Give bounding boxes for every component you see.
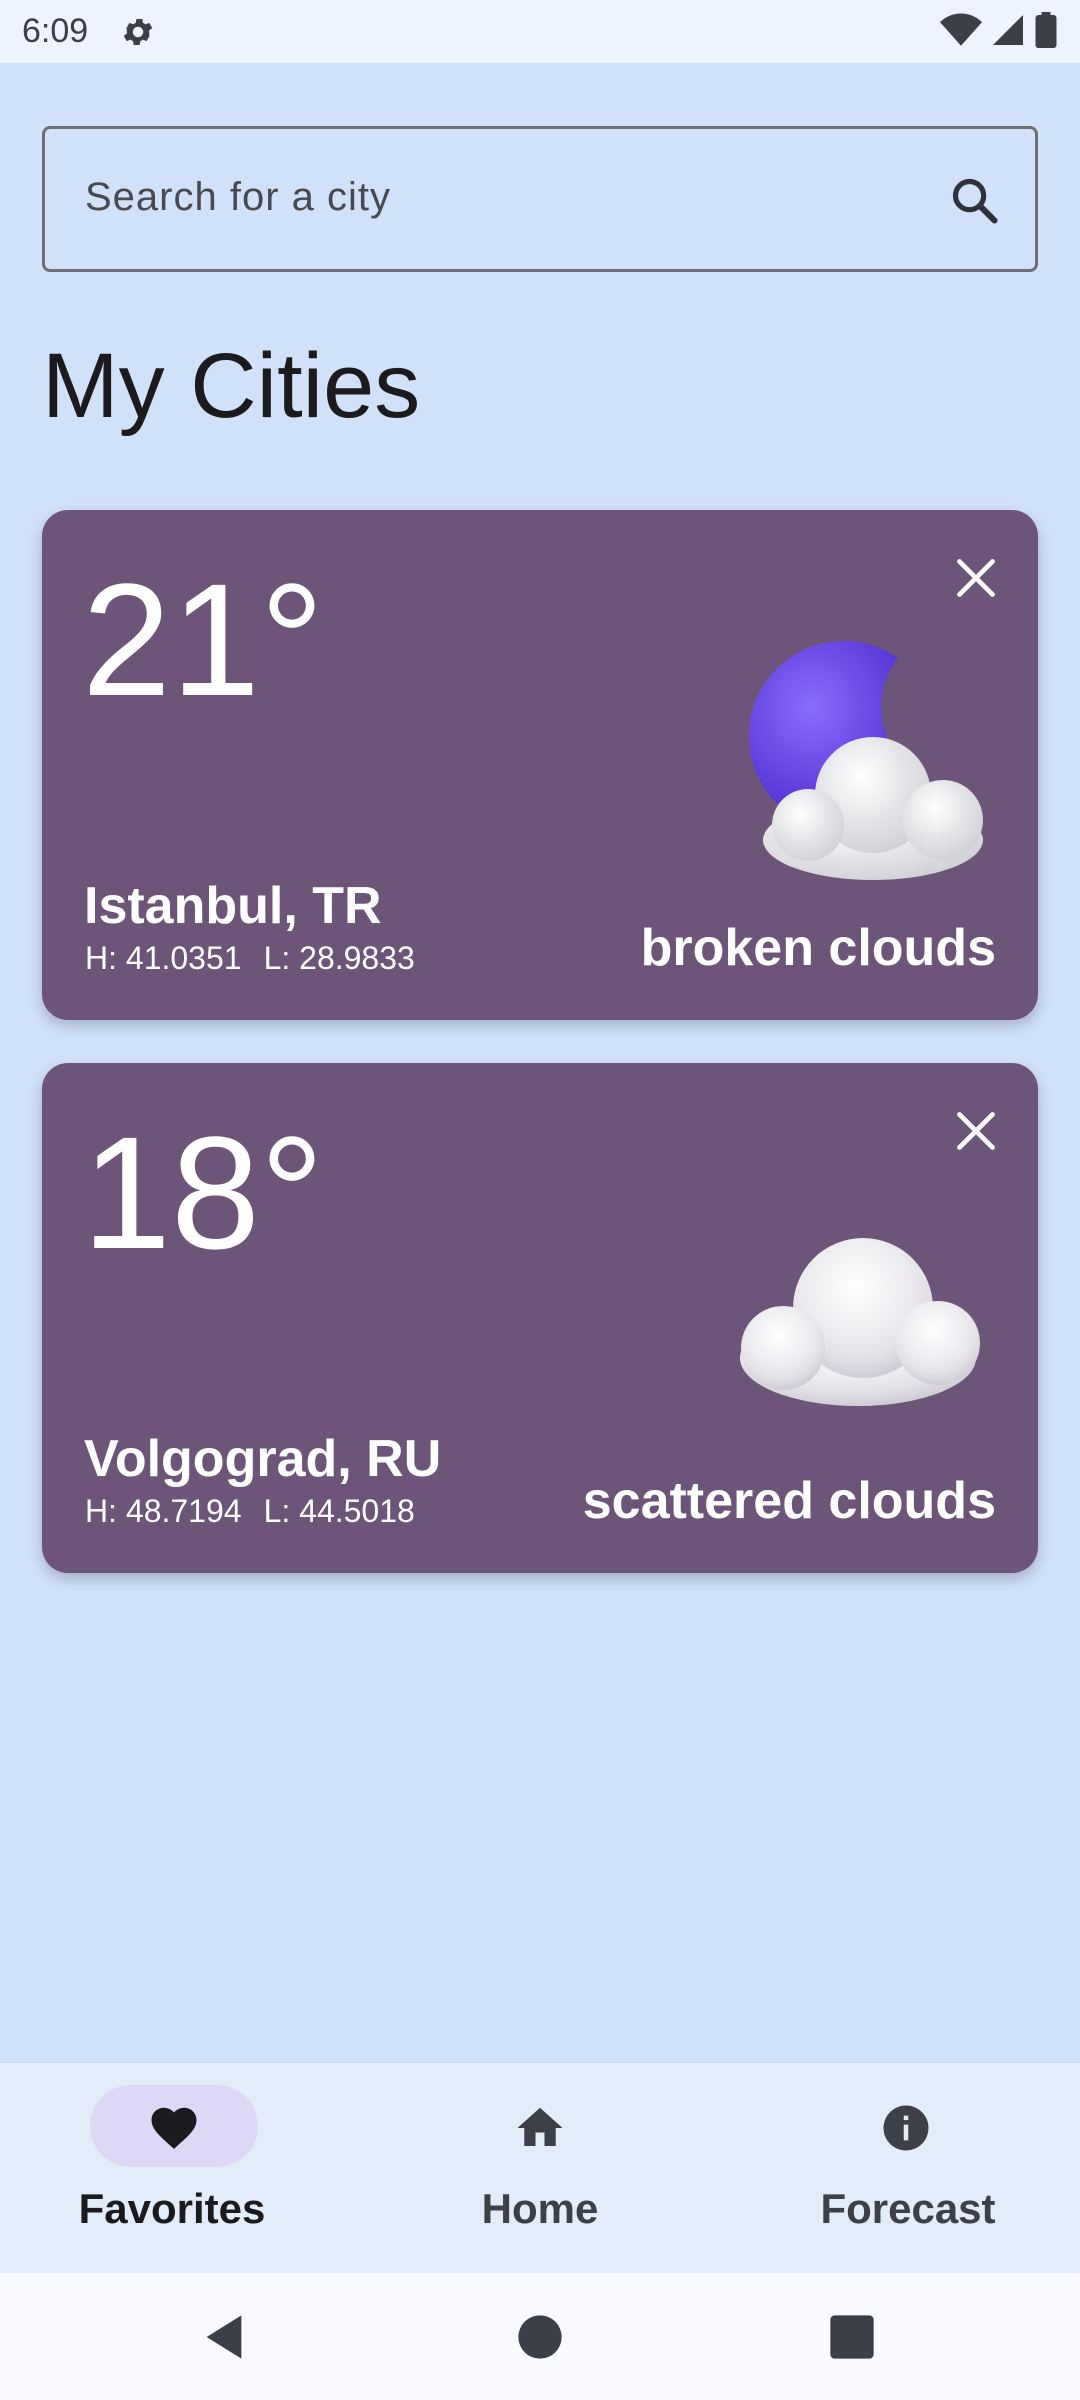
city-temperature: 21° bbox=[82, 550, 324, 729]
city-card[interactable]: 18° Volgograd, RU H: 48.7194 L: 44.5018 … bbox=[42, 1063, 1038, 1573]
status-icons bbox=[940, 12, 1058, 48]
cell-signal-icon bbox=[993, 15, 1023, 45]
page-title: My Cities bbox=[42, 335, 421, 437]
settings-gear-icon bbox=[123, 18, 153, 46]
home-icon bbox=[517, 2107, 563, 2146]
nav-label: Forecast bbox=[820, 2185, 996, 2232]
search-icon[interactable] bbox=[949, 175, 1001, 227]
nav-item-home[interactable]: Home bbox=[360, 2063, 720, 2273]
latitude: H: 41.0351 bbox=[85, 940, 242, 976]
bottom-navigation: Favorites Home Forecast bbox=[0, 2063, 1080, 2273]
city-card[interactable]: 21° Istanbul, TR H: 41.0351 L: 28.9833 b… bbox=[42, 510, 1038, 1020]
city-name: Istanbul, TR bbox=[84, 877, 382, 935]
nav-label: Home bbox=[481, 2185, 599, 2232]
nav-label: Favorites bbox=[78, 2185, 266, 2232]
weather-condition: broken clouds bbox=[640, 919, 996, 977]
status-time: 6:09 bbox=[22, 12, 89, 50]
weather-condition: scattered clouds bbox=[582, 1472, 996, 1530]
city-temperature: 18° bbox=[82, 1103, 324, 1282]
nav-item-favorites[interactable]: Favorites bbox=[0, 2063, 360, 2273]
city-coordinates: H: 41.0351 L: 28.9833 bbox=[85, 940, 415, 977]
battery-icon bbox=[1035, 12, 1057, 48]
city-coordinates: H: 48.7194 L: 44.5018 bbox=[85, 1493, 415, 1530]
nav-item-forecast[interactable]: Forecast bbox=[720, 2063, 1080, 2273]
close-icon[interactable] bbox=[954, 556, 998, 600]
longitude: L: 44.5018 bbox=[263, 1493, 415, 1529]
latitude: H: 48.7194 bbox=[85, 1493, 242, 1529]
heart-icon bbox=[151, 2107, 197, 2149]
cloud-icon bbox=[740, 1238, 980, 1406]
close-icon[interactable] bbox=[954, 1109, 998, 1153]
info-icon bbox=[883, 2105, 929, 2151]
home-circle-icon[interactable] bbox=[514, 2311, 566, 2363]
wifi-icon bbox=[940, 13, 982, 46]
longitude: L: 28.9833 bbox=[263, 940, 415, 976]
city-name: Volgograd, RU bbox=[84, 1430, 442, 1488]
search-input[interactable]: Search for a city bbox=[42, 126, 1038, 272]
search-placeholder: Search for a city bbox=[85, 175, 392, 219]
moon-cloud-icon bbox=[748, 641, 983, 880]
status-bar: 6:09 bbox=[0, 0, 1080, 63]
back-icon[interactable] bbox=[198, 2311, 250, 2363]
system-navigation-bar bbox=[0, 2273, 1080, 2400]
recents-icon[interactable] bbox=[826, 2311, 878, 2363]
